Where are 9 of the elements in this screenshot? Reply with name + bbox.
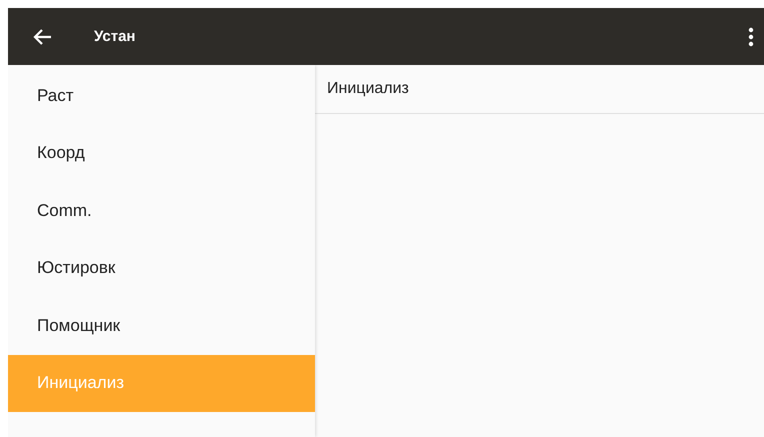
- more-vertical-icon: [748, 26, 754, 46]
- back-arrow-icon: [32, 28, 52, 46]
- sidebar-item[interactable]: Помощник: [8, 297, 315, 354]
- sidebar-item[interactable]: Юстировк: [8, 240, 315, 297]
- sidebar-item[interactable]: Коорд: [8, 124, 315, 182]
- screen-title: Устан: [94, 28, 136, 45]
- sidebar-item[interactable]: Раст: [8, 67, 315, 124]
- detail-header: Инициализ: [315, 65, 764, 114]
- sidebar-item[interactable]: Comm.: [8, 182, 315, 240]
